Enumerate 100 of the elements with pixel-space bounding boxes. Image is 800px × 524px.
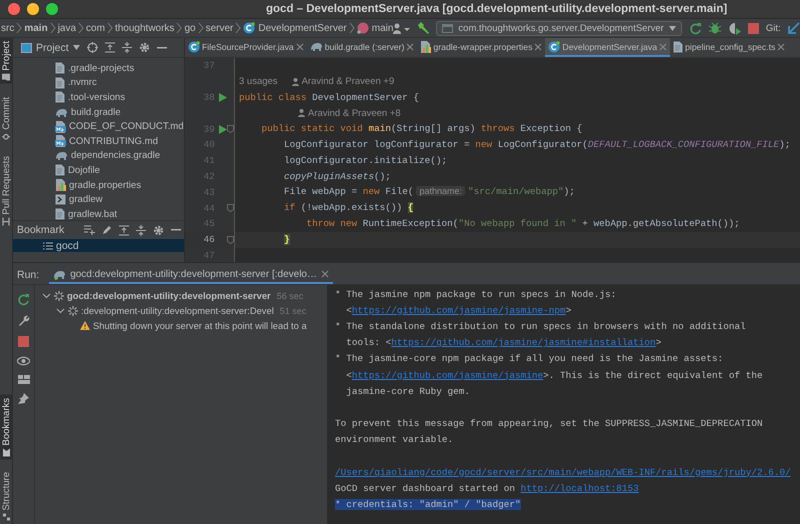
editor-tab[interactable]: build.gradle (:server) xyxy=(306,38,418,57)
layout-icon[interactable] xyxy=(18,375,30,384)
elephant-icon xyxy=(310,41,323,52)
console-link[interactable]: https://github.com/jasmine/jasmine xyxy=(352,370,544,381)
stop-icon[interactable] xyxy=(748,22,759,34)
editor-tab[interactable]: gradle-wrapper.properties xyxy=(417,38,546,57)
minimize-icon[interactable] xyxy=(171,229,181,231)
console-link[interactable]: https://github.com/jasmine/jasmine-npm xyxy=(352,304,566,316)
close-window-button[interactable] xyxy=(8,3,20,15)
close-icon[interactable] xyxy=(406,42,414,50)
pin-icon[interactable] xyxy=(18,393,29,404)
expand-all-icon[interactable] xyxy=(104,42,115,53)
breadcrumb[interactable]: DevelopmentServer xyxy=(243,22,347,34)
file-tree-item[interactable]: gradlew xyxy=(55,192,184,207)
close-icon[interactable] xyxy=(534,42,542,50)
bookmark-icon xyxy=(3,448,10,456)
spinner-icon xyxy=(68,306,78,316)
chevron-icon xyxy=(106,22,113,34)
rerun-icon[interactable] xyxy=(17,293,30,306)
minimize-window-button[interactable] xyxy=(27,3,39,15)
file-tree-item[interactable]: .gradle-projects xyxy=(55,61,184,76)
author-hint[interactable]: Aravind & Praveen +8 xyxy=(308,108,401,119)
author-hint[interactable]: Aravind & Praveen +9 xyxy=(302,76,394,88)
brace: { xyxy=(408,202,414,214)
file-tree-item[interactable]: .tool-versions xyxy=(55,90,184,105)
terminal-file-icon xyxy=(55,194,66,206)
maximize-window-button[interactable] xyxy=(46,3,58,15)
close-icon[interactable] xyxy=(777,42,786,50)
breadcrumb[interactable]: src xyxy=(1,22,14,34)
file-tree-item[interactable]: CONTRIBUTING.md xyxy=(55,134,184,149)
properties-file-icon xyxy=(55,179,66,192)
caret-icon[interactable] xyxy=(668,26,676,30)
file-tree-item[interactable]: Dojofile xyxy=(55,163,184,178)
breadcrumb[interactable]: com xyxy=(86,22,105,34)
collapse-all-icon[interactable] xyxy=(122,42,132,53)
parameter-hint: pathname: xyxy=(416,186,465,196)
caret-icon[interactable] xyxy=(72,45,80,50)
expand-all-icon[interactable] xyxy=(119,224,129,236)
collapse-all-icon[interactable] xyxy=(136,224,146,236)
person-icon xyxy=(298,109,305,118)
tool-window-tab[interactable]: Pull Requests xyxy=(0,153,13,229)
task-name[interactable]: gocd:development-utility:development-server xyxy=(67,290,271,301)
minimize-icon[interactable] xyxy=(156,46,167,48)
breadcrumb[interactable]: main xyxy=(24,22,48,34)
project-view-dropdown[interactable]: Project xyxy=(21,42,80,54)
coverage-icon[interactable] xyxy=(728,22,741,34)
tool-window-tab[interactable]: Project xyxy=(0,38,13,84)
tool-window-tab[interactable]: Structure xyxy=(0,469,13,524)
console-text: < xyxy=(345,370,352,381)
file-tree-item[interactable]: CODE_OF_CONDUCT.md xyxy=(55,119,184,134)
breadcrumb[interactable]: java xyxy=(58,22,76,34)
bug-icon[interactable] xyxy=(708,22,721,34)
console-link[interactable]: /Users/qiaoliang/code/gocd/server/src/main/webapp/WEB-INF/rails/gems/jruby/2.6.0/ xyxy=(335,466,791,478)
editor-tab[interactable]: DevelopmentServer.java xyxy=(545,38,670,57)
close-icon[interactable] xyxy=(296,42,304,50)
breadcrumb[interactable]: thoughtworks xyxy=(114,22,174,34)
breadcrumb[interactable]: server xyxy=(206,22,234,34)
code-text: LogConfigurator( xyxy=(498,138,588,150)
rerun-icon[interactable] xyxy=(688,22,702,34)
code-text: ); xyxy=(564,186,575,198)
usages-hint[interactable]: 3 usages xyxy=(239,76,278,88)
breadcrumb[interactable]: go xyxy=(184,22,196,34)
tool-window-tab[interactable]: Bookmarks xyxy=(0,394,13,460)
file-tree-item[interactable]: dependencies.gradle xyxy=(55,148,184,164)
console-text: * The jasmine npm package to run specs in Node.js: xyxy=(335,288,616,300)
run-configuration-dropdown[interactable]: com.thoughtworks.go.server.DevelopmentServer xyxy=(436,20,682,36)
console-text: > xyxy=(656,337,662,348)
window-title: gocd – DevelopmentServer.java [gocd.development-utility.development-server.main] xyxy=(266,3,728,15)
file-tree-item[interactable]: build.gradle xyxy=(55,104,184,120)
crosshair-icon[interactable] xyxy=(86,42,98,53)
file-tree-item[interactable]: gradle.properties xyxy=(55,178,184,192)
bookmark-list-item[interactable]: gocd xyxy=(13,239,184,252)
console-text: > xyxy=(566,304,572,316)
settings-icon[interactable] xyxy=(153,224,164,236)
tool-window-tab[interactable]: Commit xyxy=(0,94,13,144)
markdown-file-icon xyxy=(55,135,66,148)
console-link[interactable]: http://localhost:8153 xyxy=(520,482,639,494)
file-tree-item[interactable]: gradlew.bat xyxy=(55,206,184,220)
user-icon[interactable] xyxy=(393,22,410,34)
eye-icon[interactable] xyxy=(17,356,30,366)
file-tree-item[interactable]: .nvmrc xyxy=(55,76,184,90)
task-name[interactable]: :development-utility:development-server:Devel xyxy=(81,305,274,316)
breadcrumb[interactable]: main xyxy=(356,22,394,34)
method-name: main xyxy=(368,123,391,134)
arrow-icon[interactable] xyxy=(788,22,800,34)
panel-icon xyxy=(21,42,32,52)
editor-tab[interactable]: FileSourceProvider.java xyxy=(185,38,307,57)
run-icon[interactable] xyxy=(218,124,227,134)
chevron-down-icon[interactable] xyxy=(42,291,51,300)
add-list-icon[interactable] xyxy=(84,225,95,235)
wrench-icon[interactable] xyxy=(18,315,30,327)
console-link[interactable]: https://github.com/jasmine/jasmine#installation xyxy=(391,337,656,348)
code-text: (); xyxy=(374,170,391,182)
settings-icon[interactable] xyxy=(138,42,150,53)
console-text: tools: < xyxy=(345,337,392,348)
chevron-down-icon[interactable] xyxy=(56,306,65,315)
editor-tab[interactable]: pipeline_config_spec.ts xyxy=(670,38,788,57)
close-icon[interactable] xyxy=(320,270,329,278)
pencil-icon[interactable] xyxy=(102,225,112,235)
run-icon[interactable] xyxy=(218,92,227,102)
